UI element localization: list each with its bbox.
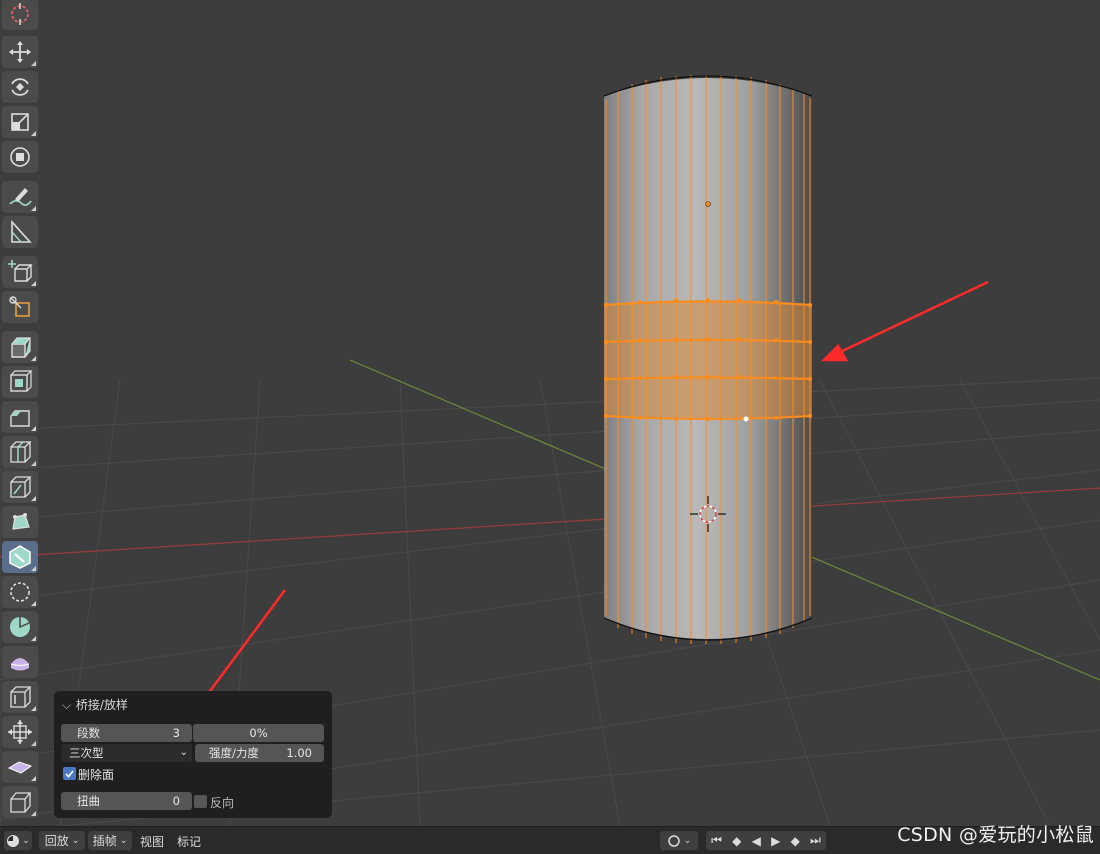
playback-label: 回放 bbox=[44, 834, 69, 848]
tool-shear[interactable] bbox=[2, 716, 38, 748]
reverse-checkbox[interactable] bbox=[194, 795, 207, 808]
tool-spin[interactable] bbox=[2, 541, 38, 573]
auto-keying-toggle[interactable]: ⌄ bbox=[660, 831, 698, 850]
playback-menu[interactable]: 回放 ⌄ bbox=[39, 831, 85, 850]
tool-scale[interactable] bbox=[2, 106, 38, 138]
clock-icon bbox=[7, 834, 20, 847]
annotate-icon bbox=[9, 188, 32, 206]
panel-title: 桥接/放样 bbox=[75, 698, 128, 712]
tool-randomize[interactable] bbox=[2, 611, 38, 643]
chevron-down-icon: ⌄ bbox=[179, 747, 188, 758]
x-axis-line bbox=[0, 487, 1100, 558]
watermark: CSDN @爱玩的小松鼠 bbox=[897, 824, 1094, 846]
randomize-icon bbox=[10, 617, 30, 637]
next-keyframe-icon[interactable]: ◆ bbox=[791, 834, 800, 848]
segments-value: 3 bbox=[172, 726, 180, 740]
marker-menu[interactable]: 标记 bbox=[177, 833, 201, 850]
chevron-down-icon: ⌄ bbox=[119, 835, 128, 846]
smoothness-field[interactable]: 强度/力度 1.00 bbox=[195, 744, 324, 762]
tool-edge-slide[interactable] bbox=[2, 646, 38, 678]
shear-icon bbox=[8, 720, 32, 744]
shrink-fatten-icon bbox=[10, 686, 32, 708]
spin-icon bbox=[9, 545, 31, 569]
record-icon bbox=[667, 834, 680, 847]
tool-rip[interactable] bbox=[2, 751, 38, 783]
keying-label: 插帧 bbox=[92, 834, 117, 848]
tool-move[interactable] bbox=[2, 36, 38, 68]
panel-header[interactable]: ⌵ 桥接/放样 bbox=[62, 696, 128, 713]
keying-menu[interactable]: 插帧 ⌄ bbox=[88, 831, 132, 850]
tool-transform[interactable] bbox=[2, 141, 38, 173]
loop-cut-icon bbox=[10, 441, 32, 463]
play-icon[interactable]: ▶ bbox=[771, 834, 780, 848]
cylinder-mesh bbox=[603, 75, 813, 644]
merge-label: 删除面 bbox=[78, 768, 115, 782]
add-cube-icon bbox=[8, 260, 33, 282]
chevron-down-icon: ⌄ bbox=[71, 835, 80, 846]
rip-icon bbox=[7, 761, 33, 774]
tool-smooth[interactable] bbox=[2, 576, 38, 608]
tool-extrude-region[interactable] bbox=[2, 331, 38, 363]
jump-start-icon[interactable]: ⏮ bbox=[711, 833, 722, 848]
smoothness-label: 强度/力度 bbox=[209, 746, 259, 760]
merge-checkbox[interactable] bbox=[63, 767, 76, 780]
twist-value: 0 bbox=[172, 794, 180, 808]
rotate-icon bbox=[11, 78, 29, 96]
measure-icon bbox=[11, 219, 32, 243]
segments-field[interactable]: 段数 3 bbox=[61, 724, 192, 742]
jump-end-icon[interactable]: ⏭ bbox=[810, 833, 821, 848]
bevel-icon bbox=[10, 410, 30, 427]
tool-extrude[interactable] bbox=[2, 291, 38, 323]
tool-inset[interactable] bbox=[2, 366, 38, 398]
tool-loop-cut[interactable] bbox=[2, 436, 38, 468]
tool-cursor[interactable] bbox=[2, 0, 38, 30]
tool-shrink-fatten[interactable] bbox=[2, 681, 38, 713]
tool-rotate[interactable] bbox=[2, 71, 38, 103]
play-reverse-icon[interactable]: ◀ bbox=[752, 834, 761, 848]
profile-factor-field[interactable]: 0% bbox=[193, 724, 324, 742]
playback-controls: ⏮ ◆ ◀ ▶ ◆ ⏭ bbox=[706, 831, 826, 850]
knife-icon bbox=[10, 476, 32, 498]
tool-annotate[interactable] bbox=[2, 181, 38, 213]
annotation-arrow-right bbox=[820, 280, 989, 362]
twist-field[interactable]: 扭曲 0 bbox=[61, 792, 192, 810]
tool-measure[interactable] bbox=[2, 216, 38, 248]
extrude-icon bbox=[9, 296, 30, 317]
segments-label: 段数 bbox=[77, 726, 100, 740]
interpolation-value: 三次型 bbox=[69, 746, 104, 760]
reverse-label: 反向 bbox=[210, 796, 235, 810]
scale-icon bbox=[11, 113, 29, 131]
cursor-icon bbox=[11, 3, 29, 25]
tool-poly-build[interactable] bbox=[2, 506, 38, 538]
chevron-down-icon: ⌄ bbox=[22, 835, 30, 846]
poly-build-icon bbox=[12, 513, 30, 530]
tool-add-cube[interactable] bbox=[2, 256, 38, 288]
twist-label: 扭曲 bbox=[77, 794, 100, 808]
view-menu[interactable]: 视图 bbox=[140, 833, 164, 850]
checkmark-icon bbox=[65, 770, 74, 778]
inset-icon bbox=[10, 370, 33, 392]
transform-icon bbox=[10, 147, 30, 167]
smooth-icon bbox=[10, 582, 30, 602]
tool-rotate-edge[interactable] bbox=[2, 786, 38, 818]
editor-type-button[interactable]: ⌄ bbox=[4, 831, 32, 850]
extrude-region-icon bbox=[11, 337, 32, 358]
chevron-down-icon: ⌄ bbox=[683, 835, 692, 846]
tool-bevel[interactable] bbox=[2, 401, 38, 433]
move-icon bbox=[9, 41, 31, 63]
bridge-loft-operator-panel: ⌵ 桥接/放样 段数 3 0% 三次型 ⌄ 强度/力度 1.00 删除面 扭曲 … bbox=[54, 691, 332, 818]
rotate-edge-icon bbox=[10, 792, 32, 813]
profile-factor-value: 0% bbox=[249, 726, 268, 740]
edge-slide-icon bbox=[10, 658, 30, 671]
prev-keyframe-icon[interactable]: ◆ bbox=[732, 834, 741, 848]
smoothness-value: 1.00 bbox=[286, 746, 312, 760]
interpolation-select[interactable]: 三次型 ⌄ bbox=[61, 744, 192, 762]
chevron-down-icon: ⌵ bbox=[62, 698, 72, 712]
tool-knife[interactable] bbox=[2, 471, 38, 503]
